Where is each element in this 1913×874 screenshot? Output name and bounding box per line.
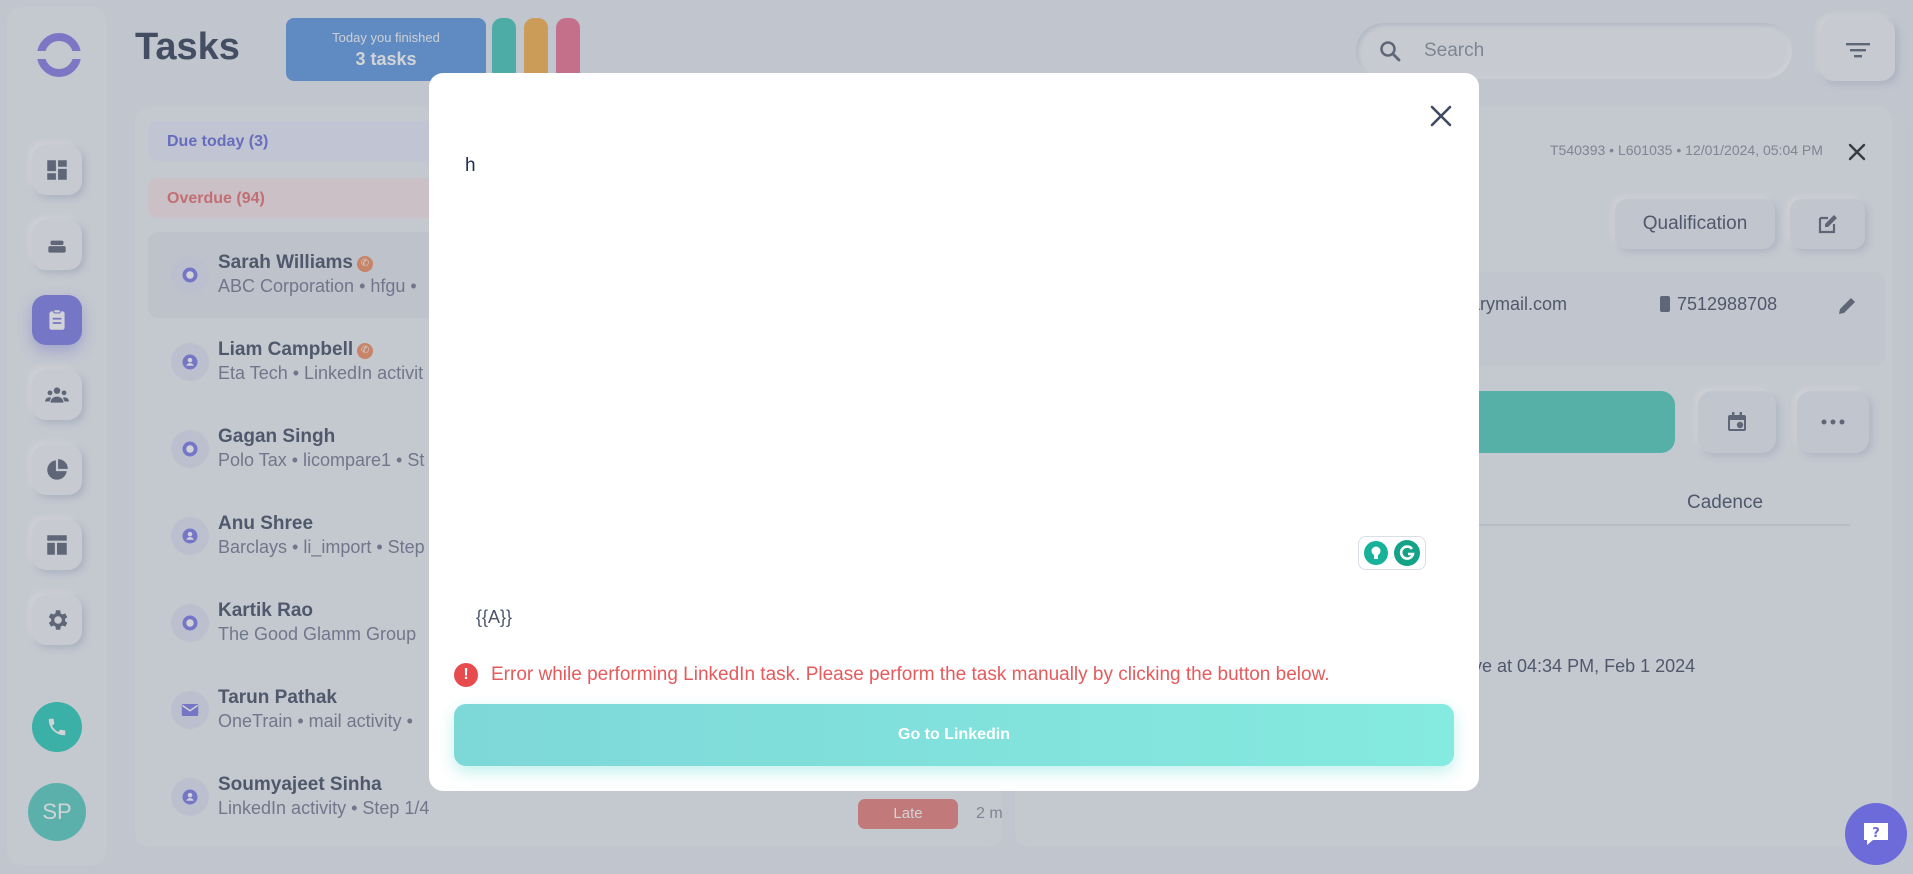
go-to-linkedin-button[interactable]: Go to Linkedin	[454, 704, 1454, 766]
grammarly-widget[interactable]	[1358, 536, 1426, 570]
help-chat-icon: ?	[1864, 823, 1888, 845]
error-message: ! Error while performing LinkedIn task. …	[454, 663, 1330, 687]
message-editor[interactable]: h	[465, 155, 1435, 515]
lightbulb-icon	[1364, 541, 1388, 565]
variable-token[interactable]: {{A}}	[476, 607, 512, 628]
linkedin-task-modal: h {{A}} ! Error while performing LinkedI…	[429, 73, 1479, 791]
close-icon[interactable]	[1425, 100, 1457, 132]
error-text: Error while performing LinkedIn task. Pl…	[491, 664, 1330, 685]
error-icon: !	[454, 663, 478, 687]
svg-text:?: ?	[1872, 826, 1880, 841]
grammarly-icon	[1394, 540, 1420, 566]
help-button[interactable]: ?	[1845, 803, 1907, 865]
